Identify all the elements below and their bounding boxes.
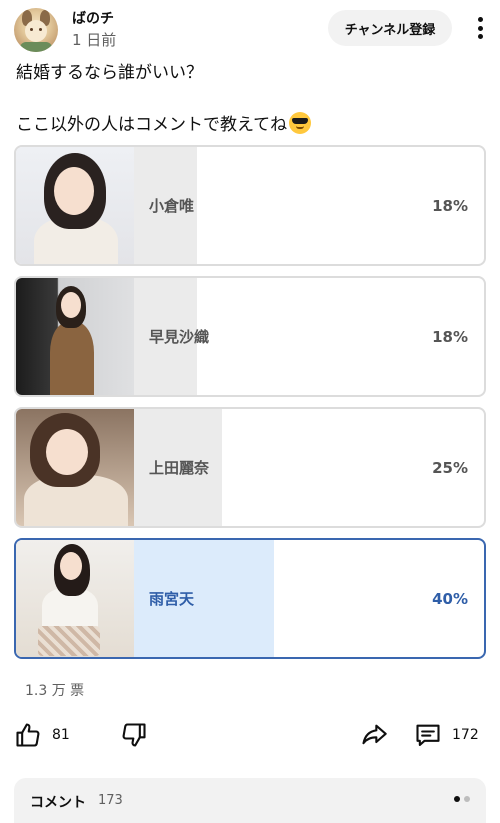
channel-name[interactable]: ばのチ <box>72 8 114 28</box>
post-text-line-1: 結婚するなら誰がいい？ <box>16 63 203 83</box>
share-icon <box>362 724 387 745</box>
comments-panel[interactable]: コメント 173 <box>14 778 486 823</box>
carousel-dots <box>454 796 470 802</box>
post-text-line-2-text: ここ以外の人はコメントで教えてね <box>16 115 288 135</box>
sunglasses-emoji-icon <box>289 112 312 134</box>
poll-option-4-photo <box>16 540 134 657</box>
comments-title: コメント <box>30 795 86 811</box>
like-button[interactable]: 81 <box>14 712 70 758</box>
poll-option-1-photo <box>16 147 134 264</box>
comments-count: 173 <box>98 793 123 808</box>
channel-avatar[interactable] <box>14 8 58 52</box>
thumbs-up-icon <box>16 723 40 747</box>
poll-option-4-percent: 40% <box>432 589 468 608</box>
poll-option-3-label: 上田麗奈 <box>149 459 210 477</box>
share-button[interactable] <box>360 712 388 758</box>
poll-option-3-photo <box>16 409 134 526</box>
kebab-menu-icon[interactable] <box>470 14 490 42</box>
poll-option-1-label: 小倉唯 <box>149 197 195 215</box>
post-header: ばのチ 1 日前 チャンネル登録 <box>0 0 500 56</box>
vote-count: 1.3 万 票 <box>25 683 85 699</box>
action-bar: 81 172 <box>0 712 500 758</box>
thumbs-down-icon <box>122 723 146 747</box>
like-count: 81 <box>52 727 70 743</box>
poll-option-2-photo <box>16 278 134 395</box>
comment-icon <box>416 724 440 746</box>
post-text-line-2: ここ以外の人はコメントで教えてね <box>16 112 312 137</box>
subscribe-button[interactable]: チャンネル登録 <box>328 10 452 46</box>
poll-option-3-percent: 25% <box>432 458 468 477</box>
poll-option-1[interactable]: 小倉唯 18% <box>14 145 486 266</box>
post-time: 1 日前 <box>72 31 117 49</box>
poll-option-1-percent: 18% <box>432 196 468 215</box>
comment-count: 172 <box>452 727 479 743</box>
poll-option-4-label: 雨宮天 <box>149 590 195 608</box>
poll-option-2-label: 早見沙織 <box>149 328 210 346</box>
poll-option-2-percent: 18% <box>432 327 468 346</box>
dislike-button[interactable] <box>120 712 148 758</box>
poll-option-4[interactable]: 雨宮天 40% <box>14 538 486 659</box>
poll-option-3[interactable]: 上田麗奈 25% <box>14 407 486 528</box>
comment-button[interactable]: 172 <box>414 712 479 758</box>
poll-option-2[interactable]: 早見沙織 18% <box>14 276 486 397</box>
